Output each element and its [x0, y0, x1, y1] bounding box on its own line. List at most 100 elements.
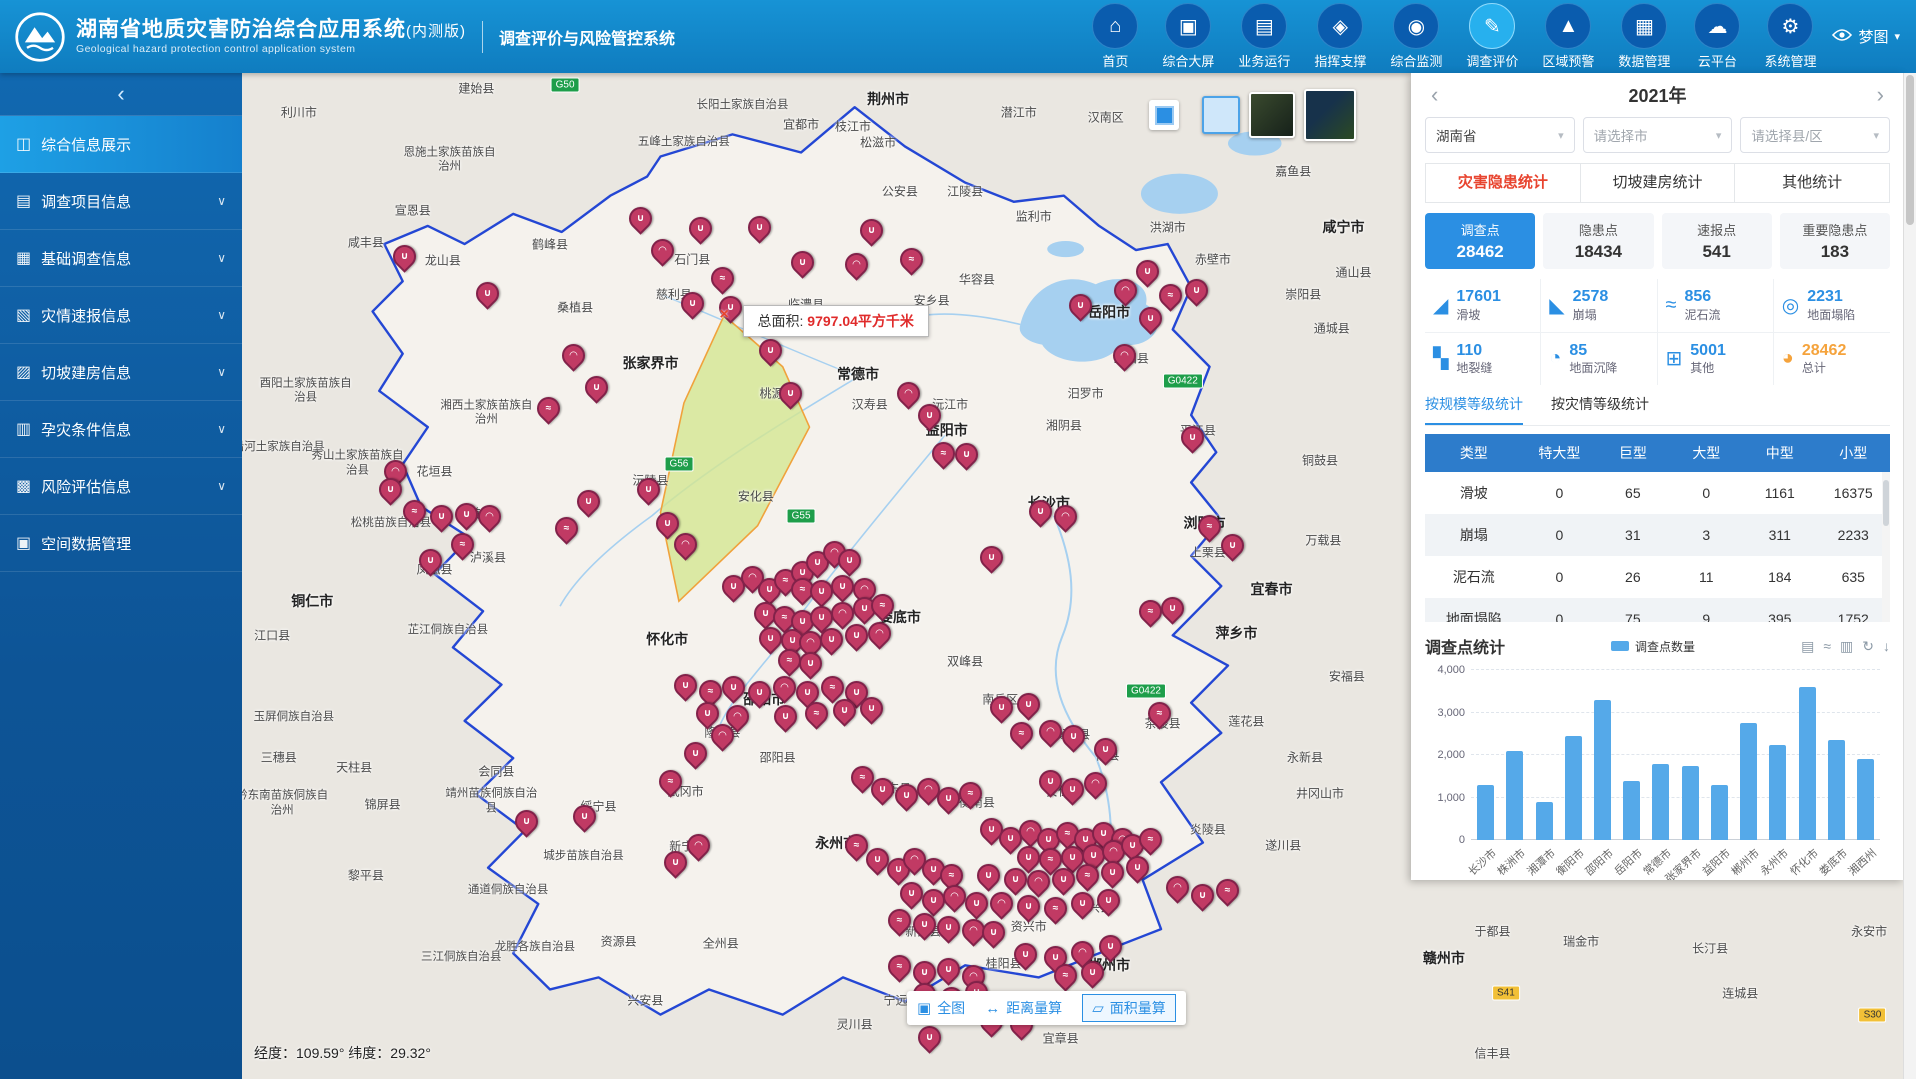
bar-永州市[interactable]: 永州市	[1763, 670, 1792, 840]
hazard-pin-icon: ◠	[480, 507, 499, 526]
hazard-pin-icon: ∪	[915, 915, 934, 934]
business-icon: ▤	[1241, 3, 1287, 49]
sidebar-item[interactable]: ▣空间数据管理	[0, 515, 242, 572]
tab-3[interactable]: 其他统计	[1734, 163, 1890, 203]
bar-益阳市[interactable]: 益阳市	[1705, 670, 1734, 840]
hazard-pin-icon: ∪	[1183, 428, 1202, 447]
nav-item-command[interactable]: ◈指挥支撑	[1314, 3, 1366, 70]
download-icon[interactable]: ↓	[1883, 638, 1890, 655]
table-row[interactable]: 滑坡0650116116375	[1425, 472, 1890, 514]
bar-娄底市[interactable]: 娄底市	[1822, 670, 1851, 840]
bar-衡阳市[interactable]: 衡阳市	[1559, 670, 1588, 840]
hazard-label: 其他	[1690, 359, 1726, 376]
full-extent-button[interactable]: ▣全图	[917, 998, 965, 1018]
data-view-icon[interactable]: ▤	[1801, 638, 1814, 655]
stat-box[interactable]: 调查点28462	[1425, 213, 1535, 269]
bar-switch-icon[interactable]: ▥	[1840, 638, 1853, 655]
hazard-stat-ground-collapse: ◎2231地面塌陷	[1774, 279, 1890, 333]
table-row[interactable]: 泥石流02611184635	[1425, 556, 1890, 598]
hazard-pin-icon: ∪	[992, 698, 1011, 717]
nav-item-database[interactable]: ▦数据管理	[1618, 3, 1670, 70]
bar-常德市[interactable]: 常德市	[1646, 670, 1675, 840]
nav-item-business[interactable]: ▤业务运行	[1238, 3, 1290, 70]
sidebar-item[interactable]: ▥孕灾条件信息∨	[0, 401, 242, 458]
refresh-icon[interactable]: ↻	[1862, 638, 1874, 655]
overview-map-button[interactable]	[1149, 100, 1179, 130]
stat-box[interactable]: 隐患点18434	[1543, 213, 1653, 269]
table-scrollbar[interactable]	[1882, 472, 1890, 622]
nav-item-home[interactable]: ⌂首页	[1092, 3, 1138, 70]
bar-rect	[1594, 700, 1611, 840]
nav-item-settings[interactable]: ⚙系统管理	[1764, 3, 1816, 70]
cell: 0	[1523, 485, 1596, 501]
hazard-pin-icon: ∪	[666, 853, 685, 872]
region-select[interactable]: 湖南省▾	[1425, 117, 1575, 153]
nav-item-alert[interactable]: ▲区域预警	[1542, 3, 1594, 70]
bar-株洲市[interactable]: 株洲市	[1500, 670, 1529, 840]
region-select[interactable]: 请选择市▾	[1583, 117, 1733, 153]
bar-郴州市[interactable]: 郴州市	[1734, 670, 1763, 840]
next-year-button[interactable]: ›	[1871, 82, 1890, 108]
measure-area-button[interactable]: ▱面积量算	[1082, 994, 1176, 1022]
bar-湘潭市[interactable]: 湘潭市	[1529, 670, 1558, 840]
sidebar-item[interactable]: ▦基础调查信息∨	[0, 230, 242, 287]
tab-2[interactable]: 切坡建房统计	[1580, 163, 1736, 203]
hazard-stat-debris-flow: ≈856泥石流	[1658, 279, 1774, 333]
nav-label: 综合大屏	[1162, 51, 1214, 70]
measure-distance-button[interactable]: ↔距离量算	[985, 998, 1062, 1018]
tool-label: 全图	[937, 998, 965, 1018]
table-row[interactable]: 地面塌陷07593951752	[1425, 598, 1890, 622]
bar-张家界市[interactable]: 张家界市	[1676, 670, 1705, 840]
bar-邵阳市[interactable]: 邵阳市	[1588, 670, 1617, 840]
bar-岳阳市[interactable]: 岳阳市	[1617, 670, 1646, 840]
basemap-thumb-satellite[interactable]	[1249, 92, 1295, 138]
hazard-pin-icon: ◠	[713, 726, 732, 745]
bar-rect	[1623, 781, 1640, 841]
sub-tab-2[interactable]: 按灾情等级统计	[1551, 391, 1649, 425]
hazard-pin-icon: ∪	[676, 676, 695, 695]
page-scrollbar[interactable]	[1903, 73, 1916, 1079]
x-tick: 衡阳市	[1552, 845, 1587, 879]
sidebar-item[interactable]: ◫综合信息展示	[0, 116, 242, 173]
chevron-down-icon: ∨	[217, 365, 226, 379]
basemap-thumb-vector[interactable]	[1202, 96, 1240, 134]
cell: 滑坡	[1425, 483, 1523, 503]
sidebar-collapse-button[interactable]: ‹	[0, 73, 242, 116]
stat-box[interactable]: 速报点541	[1662, 213, 1772, 269]
tab-1[interactable]: 灾害隐患统计	[1425, 163, 1581, 203]
nav-item-dashboard[interactable]: ▣综合大屏	[1162, 3, 1214, 70]
hazard-pin-icon: ∪	[793, 253, 812, 272]
hazard-pin-icon: ∪	[902, 884, 921, 903]
sidebar-item[interactable]: ▨切坡建房信息∨	[0, 344, 242, 401]
survey-icon: ✎	[1469, 3, 1515, 49]
line-switch-icon[interactable]: ≈	[1823, 638, 1831, 655]
prev-year-button[interactable]: ‹	[1425, 82, 1444, 108]
hazard-pin-icon: ≈	[1046, 899, 1065, 918]
sidebar-item[interactable]: ▤调查项目信息∨	[0, 173, 242, 230]
user-menu[interactable]: 梦图 ▾	[1832, 26, 1900, 47]
cell: 395	[1743, 611, 1816, 622]
bar-怀化市[interactable]: 怀化市	[1792, 670, 1821, 840]
bar-湘西州[interactable]: 湘西州	[1851, 670, 1880, 840]
nav-item-cloud[interactable]: ☁云平台	[1694, 3, 1740, 70]
scrollbar-thumb[interactable]	[1906, 75, 1914, 225]
hazard-pin-icon: ∪	[1016, 945, 1035, 964]
stat-box[interactable]: 重要隐患点183	[1780, 213, 1890, 269]
sub-tab-1[interactable]: 按规模等级统计	[1425, 391, 1523, 425]
hazard-pin-icon: ◠	[1041, 722, 1060, 741]
legend-swatch	[1611, 641, 1629, 651]
menu-icon: ▩	[16, 476, 31, 496]
nav-item-monitor[interactable]: ◉综合监测	[1390, 3, 1442, 70]
basemap-thumb-terrain[interactable]	[1304, 89, 1356, 141]
sidebar-item[interactable]: ▩风险评估信息∨	[0, 458, 242, 515]
table-row[interactable]: 崩塌03133112233	[1425, 514, 1890, 556]
hazard-pin-icon: ◠	[992, 894, 1011, 913]
hazard-pin-icon: ≈	[890, 911, 909, 930]
bar-长沙市[interactable]: 长沙市	[1471, 670, 1500, 840]
hazard-pin-icon: ∪	[984, 923, 1003, 942]
region-select[interactable]: 请选择县/区▾	[1740, 117, 1890, 153]
nav-item-survey[interactable]: ✎调查评价	[1466, 3, 1518, 70]
hazard-pin-icon: ∪	[432, 507, 451, 526]
sidebar-item[interactable]: ▧灾情速报信息∨	[0, 287, 242, 344]
col-header: 类型	[1425, 443, 1523, 463]
